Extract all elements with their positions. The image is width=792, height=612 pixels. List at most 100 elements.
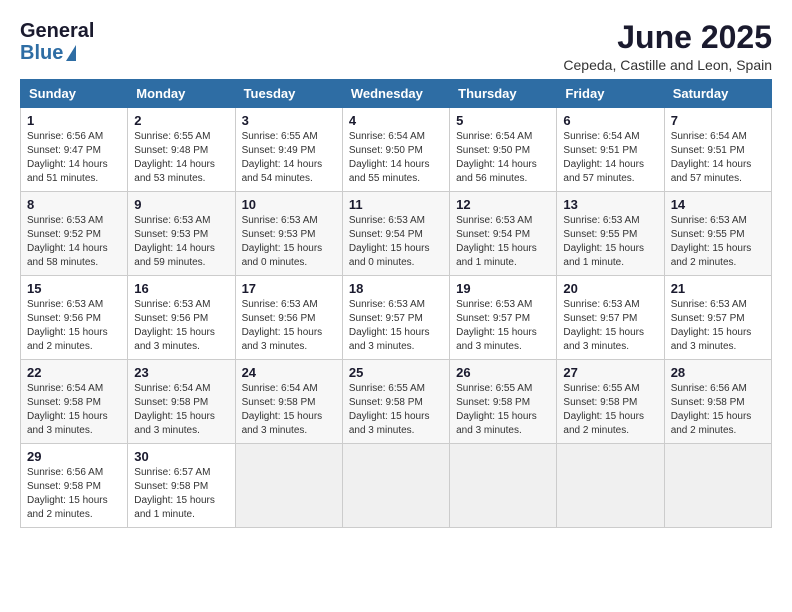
day-info: Sunrise: 6:53 AMSunset: 9:53 PMDaylight:… bbox=[242, 214, 336, 270]
calendar-cell: 14Sunrise: 6:53 AMSunset: 9:55 PMDayligh… bbox=[664, 192, 771, 276]
day-number: 13 bbox=[563, 197, 657, 212]
calendar-cell: 15 Sunrise: 6:53 AMSunset: 9:56 PMDayligh… bbox=[21, 276, 128, 360]
logo-blue: Blue bbox=[20, 42, 76, 64]
day-info: Sunrise: 6:53 AMSunset: 9:56 PMDaylight:… bbox=[242, 298, 336, 354]
calendar-cell: 6 Sunrise: 6:54 AMSunset: 9:51 PMDaylight… bbox=[557, 108, 664, 192]
day-info: Sunrise: 6:53 AMSunset: 9:57 PMDaylight:… bbox=[563, 298, 657, 354]
day-info: Sunrise: 6:54 AMSunset: 9:58 PMDaylight:… bbox=[242, 382, 336, 438]
calendar-cell: 4 Sunrise: 6:54 AMSunset: 9:50 PMDaylight… bbox=[342, 108, 449, 192]
day-info: Sunrise: 6:53 AMSunset: 9:57 PMDaylight:… bbox=[671, 298, 765, 354]
calendar-week-row: 29 Sunrise: 6:56 AMSunset: 9:58 PMDayligh… bbox=[21, 444, 772, 528]
day-number: 10 bbox=[242, 197, 336, 212]
day-number: 19 bbox=[456, 281, 550, 296]
day-info: Sunrise: 6:54 AMSunset: 9:50 PMDaylight:… bbox=[456, 130, 550, 186]
day-number: 14 bbox=[671, 197, 765, 212]
day-number: 20 bbox=[563, 281, 657, 296]
header-thursday: Thursday bbox=[450, 80, 557, 108]
day-number: 25 bbox=[349, 365, 443, 380]
header-monday: Monday bbox=[128, 80, 235, 108]
day-number: 17 bbox=[242, 281, 336, 296]
day-info: Sunrise: 6:53 AMSunset: 9:57 PMDaylight:… bbox=[456, 298, 550, 354]
calendar-week-row: 1 Sunrise: 6:56 AMSunset: 9:47 PMDaylight… bbox=[21, 108, 772, 192]
calendar-cell: 11Sunrise: 6:53 AMSunset: 9:54 PMDayligh… bbox=[342, 192, 449, 276]
day-number: 30 bbox=[134, 449, 228, 464]
calendar-week-row: 22Sunrise: 6:54 AMSunset: 9:58 PMDayligh… bbox=[21, 360, 772, 444]
calendar-cell bbox=[664, 444, 771, 528]
calendar-table: Sunday Monday Tuesday Wednesday Thursday… bbox=[20, 79, 772, 528]
calendar-cell: 9 Sunrise: 6:53 AMSunset: 9:53 PMDaylight… bbox=[128, 192, 235, 276]
day-number: 29 bbox=[27, 449, 121, 464]
day-number: 18 bbox=[349, 281, 443, 296]
day-info: Sunrise: 6:56 AMSunset: 9:58 PMDaylight:… bbox=[27, 466, 121, 522]
calendar-cell: 8Sunrise: 6:53 AMSunset: 9:52 PMDaylight… bbox=[21, 192, 128, 276]
header-sunday: Sunday bbox=[21, 80, 128, 108]
day-info: Sunrise: 6:56 AMSunset: 9:58 PMDaylight:… bbox=[671, 382, 765, 438]
logo-triangle-icon bbox=[66, 45, 76, 61]
calendar-cell: 23Sunrise: 6:54 AMSunset: 9:58 PMDayligh… bbox=[128, 360, 235, 444]
day-info: Sunrise: 6:55 AMSunset: 9:58 PMDaylight:… bbox=[456, 382, 550, 438]
calendar-cell: 3Sunrise: 6:55 AMSunset: 9:49 PMDaylight… bbox=[235, 108, 342, 192]
day-number: 4 bbox=[349, 113, 443, 128]
day-number: 28 bbox=[671, 365, 765, 380]
day-number: 1 bbox=[27, 113, 121, 128]
day-info: Sunrise: 6:54 AMSunset: 9:51 PMDaylight:… bbox=[563, 130, 657, 186]
header-saturday: Saturday bbox=[664, 80, 771, 108]
header-tuesday: Tuesday bbox=[235, 80, 342, 108]
calendar-cell: 26 Sunrise: 6:55 AMSunset: 9:58 PMDayligh… bbox=[450, 360, 557, 444]
logo-general: General bbox=[20, 20, 94, 42]
calendar-cell bbox=[235, 444, 342, 528]
day-info: Sunrise: 6:53 AMSunset: 9:56 PMDaylight:… bbox=[134, 298, 228, 354]
day-info: Sunrise: 6:53 AMSunset: 9:53 PMDaylight:… bbox=[134, 214, 228, 270]
day-info: Sunrise: 6:54 AMSunset: 9:50 PMDaylight:… bbox=[349, 130, 443, 186]
calendar-cell bbox=[342, 444, 449, 528]
calendar-header-row: Sunday Monday Tuesday Wednesday Thursday… bbox=[21, 80, 772, 108]
page-header: General Blue June 2025 Cepeda, Castille … bbox=[20, 20, 772, 73]
day-number: 24 bbox=[242, 365, 336, 380]
day-info: Sunrise: 6:53 AMSunset: 9:54 PMDaylight:… bbox=[456, 214, 550, 270]
header-friday: Friday bbox=[557, 80, 664, 108]
day-info: Sunrise: 6:53 AMSunset: 9:52 PMDaylight:… bbox=[27, 214, 121, 270]
day-number: 3 bbox=[242, 113, 336, 128]
calendar-cell: 13Sunrise: 6:53 AMSunset: 9:55 PMDayligh… bbox=[557, 192, 664, 276]
day-info: Sunrise: 6:55 AMSunset: 9:58 PMDaylight:… bbox=[349, 382, 443, 438]
day-info: Sunrise: 6:53 AMSunset: 9:57 PMDaylight:… bbox=[349, 298, 443, 354]
calendar-cell: 22Sunrise: 6:54 AMSunset: 9:58 PMDayligh… bbox=[21, 360, 128, 444]
day-number: 26 bbox=[456, 365, 550, 380]
day-number: 2 bbox=[134, 113, 228, 128]
day-number: 5 bbox=[456, 113, 550, 128]
day-number: 9 bbox=[134, 197, 228, 212]
calendar-cell: 27Sunrise: 6:55 AMSunset: 9:58 PMDayligh… bbox=[557, 360, 664, 444]
day-number: 16 bbox=[134, 281, 228, 296]
calendar-cell bbox=[450, 444, 557, 528]
calendar-cell: 5 Sunrise: 6:54 AMSunset: 9:50 PMDaylight… bbox=[450, 108, 557, 192]
calendar-cell: 16 Sunrise: 6:53 AMSunset: 9:56 PMDayligh… bbox=[128, 276, 235, 360]
calendar-cell: 25 Sunrise: 6:55 AMSunset: 9:58 PMDayligh… bbox=[342, 360, 449, 444]
calendar-week-row: 15 Sunrise: 6:53 AMSunset: 9:56 PMDayligh… bbox=[21, 276, 772, 360]
day-number: 11 bbox=[349, 197, 443, 212]
day-info: Sunrise: 6:56 AMSunset: 9:47 PMDaylight:… bbox=[27, 130, 121, 186]
calendar-week-row: 8Sunrise: 6:53 AMSunset: 9:52 PMDaylight… bbox=[21, 192, 772, 276]
title-area: June 2025 Cepeda, Castille and Leon, Spa… bbox=[563, 20, 772, 73]
calendar-cell: 21 Sunrise: 6:53 AMSunset: 9:57 PMDayligh… bbox=[664, 276, 771, 360]
calendar-cell: 28 Sunrise: 6:56 AMSunset: 9:58 PMDayligh… bbox=[664, 360, 771, 444]
day-number: 23 bbox=[134, 365, 228, 380]
calendar-cell: 20 Sunrise: 6:53 AMSunset: 9:57 PMDayligh… bbox=[557, 276, 664, 360]
day-info: Sunrise: 6:53 AMSunset: 9:56 PMDaylight:… bbox=[27, 298, 121, 354]
calendar-cell: 24 Sunrise: 6:54 AMSunset: 9:58 PMDayligh… bbox=[235, 360, 342, 444]
day-number: 6 bbox=[563, 113, 657, 128]
calendar-cell: 18 Sunrise: 6:53 AMSunset: 9:57 PMDayligh… bbox=[342, 276, 449, 360]
day-number: 21 bbox=[671, 281, 765, 296]
day-info: Sunrise: 6:55 AMSunset: 9:58 PMDaylight:… bbox=[563, 382, 657, 438]
day-number: 15 bbox=[27, 281, 121, 296]
calendar-cell: 29 Sunrise: 6:56 AMSunset: 9:58 PMDayligh… bbox=[21, 444, 128, 528]
day-number: 7 bbox=[671, 113, 765, 128]
month-title: June 2025 bbox=[563, 20, 772, 55]
day-info: Sunrise: 6:55 AMSunset: 9:48 PMDaylight:… bbox=[134, 130, 228, 186]
calendar-cell: 7Sunrise: 6:54 AMSunset: 9:51 PMDaylight… bbox=[664, 108, 771, 192]
calendar-cell: 1 Sunrise: 6:56 AMSunset: 9:47 PMDaylight… bbox=[21, 108, 128, 192]
calendar-cell bbox=[557, 444, 664, 528]
calendar-cell: 10 Sunrise: 6:53 AMSunset: 9:53 PMDayligh… bbox=[235, 192, 342, 276]
calendar-cell: 17 Sunrise: 6:53 AMSunset: 9:56 PMDayligh… bbox=[235, 276, 342, 360]
header-wednesday: Wednesday bbox=[342, 80, 449, 108]
logo: General Blue bbox=[20, 20, 94, 64]
